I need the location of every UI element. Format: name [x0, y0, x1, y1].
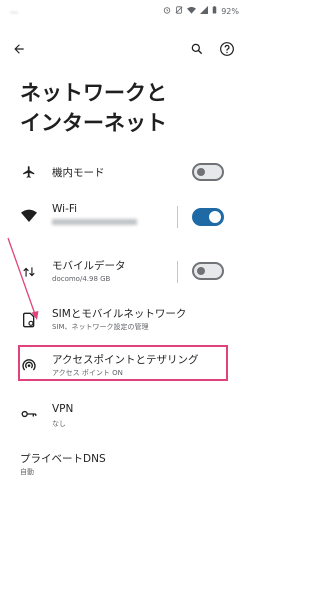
- help-button[interactable]: [216, 38, 238, 60]
- vpn-key-icon: [20, 405, 38, 423]
- battery-icon: [212, 6, 217, 16]
- toggle-knob: [197, 168, 205, 176]
- vpn-status: なし: [52, 420, 66, 428]
- mobile-data-toggle[interactable]: [192, 262, 224, 280]
- hotspot-tethering-label: アクセスポイントとテザリング: [52, 354, 199, 366]
- wifi-label: Wi-Fi: [52, 203, 78, 215]
- private-dns-label: プライベートDNS: [20, 453, 106, 465]
- help-icon: [220, 42, 234, 56]
- wifi-status-icon: [187, 6, 197, 16]
- sim-network-row[interactable]: SIMとモバイルネットワーク SIM、ネットワーク設定の管理: [0, 303, 245, 335]
- search-button[interactable]: [186, 38, 208, 60]
- back-button[interactable]: [8, 38, 30, 60]
- mute-icon: [175, 6, 183, 16]
- status-icons: 92%: [163, 6, 239, 16]
- sim-settings-icon: [20, 311, 38, 329]
- sim-network-label: SIMとモバイルネットワーク: [52, 308, 187, 320]
- wifi-toggle[interactable]: [192, 208, 224, 226]
- mobile-data-row[interactable]: モバイルデータ docomo/4.98 GB: [0, 255, 245, 289]
- sim-network-summary: SIM、ネットワーク設定の管理: [52, 323, 149, 331]
- page-title: ネットワークと インターネット: [20, 78, 230, 138]
- search-icon: [191, 43, 203, 55]
- battery-percent: 92%: [221, 6, 239, 16]
- alarm-icon: [163, 6, 171, 16]
- wifi-network-name: [52, 219, 137, 225]
- mobile-data-usage: docomo/4.98 GB: [52, 275, 111, 283]
- wifi-divider: [177, 206, 178, 228]
- wifi-row[interactable]: Wi-Fi: [0, 200, 245, 234]
- airplane-mode-label: 機内モード: [52, 167, 105, 179]
- airplane-mode-toggle[interactable]: [192, 163, 224, 181]
- hotspot-tethering-status: アクセス ポイント ON: [52, 369, 123, 377]
- status-time: …: [10, 6, 19, 15]
- mobile-data-divider: [177, 261, 178, 283]
- private-dns-row[interactable]: プライベートDNS 自動: [0, 448, 245, 480]
- airplane-icon: [20, 163, 38, 181]
- wifi-icon: [20, 207, 38, 225]
- toggle-knob: [197, 267, 205, 275]
- signal-icon: [200, 6, 209, 16]
- vpn-label: VPN: [52, 403, 74, 415]
- hotspot-icon: [20, 356, 38, 374]
- status-bar: … 92%: [0, 0, 245, 24]
- arrow-back-icon: [14, 44, 24, 54]
- hotspot-tethering-row[interactable]: アクセスポイントとテザリング アクセス ポイント ON: [0, 348, 245, 380]
- toggle-knob: [209, 211, 221, 223]
- mobile-data-label: モバイルデータ: [52, 260, 126, 272]
- airplane-mode-row[interactable]: 機内モード: [0, 158, 245, 186]
- page-title-line2: インターネット: [20, 111, 167, 135]
- toolbar: [0, 36, 245, 64]
- page-title-line1: ネットワークと: [20, 81, 167, 105]
- vpn-row[interactable]: VPN なし: [0, 400, 245, 432]
- private-dns-status: 自動: [20, 468, 34, 476]
- mobile-data-icon: [20, 263, 38, 281]
